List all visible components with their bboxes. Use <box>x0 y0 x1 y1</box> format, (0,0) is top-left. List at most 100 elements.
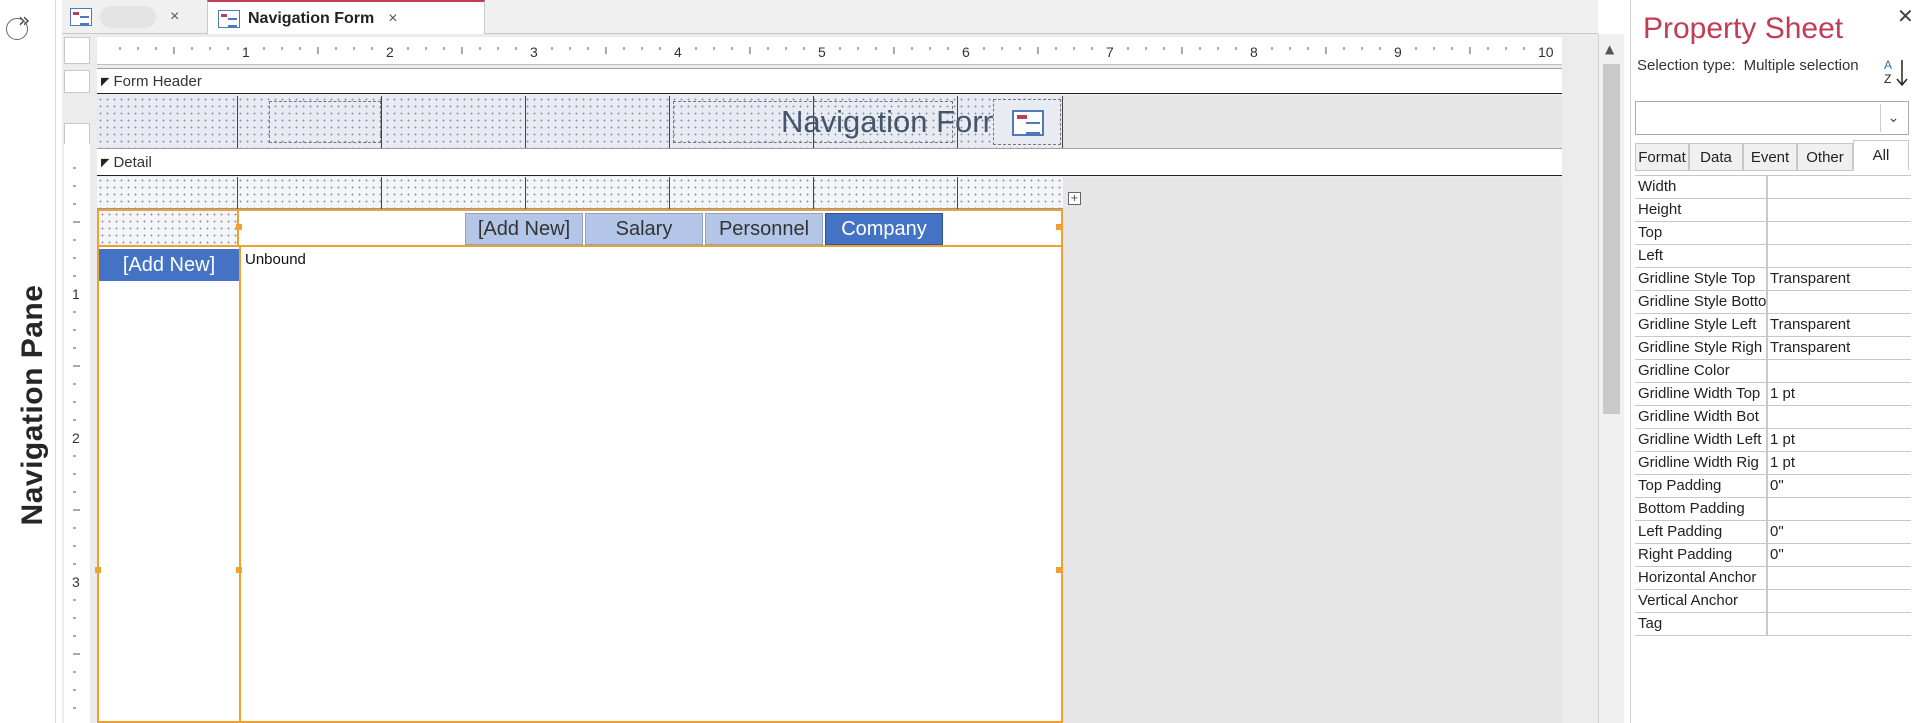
property-value[interactable]: 1 pt <box>1768 452 1911 474</box>
property-value[interactable] <box>1768 406 1911 428</box>
navigation-pane-label[interactable]: Navigation Pane <box>16 285 50 526</box>
property-value[interactable]: Transparent <box>1768 268 1911 290</box>
detail-empty-area <box>1063 177 1562 723</box>
tab-format[interactable]: Format <box>1635 143 1689 171</box>
property-row[interactable]: Horizontal Anchor <box>1635 567 1911 590</box>
selection-type-value: Multiple selection <box>1743 57 1859 74</box>
subform-unbound-label[interactable]: Unbound <box>245 251 306 268</box>
resize-handle[interactable] <box>236 567 242 573</box>
property-row[interactable]: Gridline Width Bot <box>1635 406 1911 429</box>
form-header-area[interactable]: Navigation Form <box>97 96 1063 148</box>
form-logo-box[interactable] <box>993 99 1061 145</box>
navigation-control[interactable]: [Add New] Salary Personnel Company [Add … <box>95 209 1063 723</box>
property-row[interactable]: Left Padding 0" <box>1635 521 1911 544</box>
nav-corner-cell[interactable] <box>99 211 239 245</box>
form-title-label[interactable]: Navigation Form <box>781 104 1008 140</box>
property-value[interactable]: 1 pt <box>1768 429 1911 451</box>
property-row[interactable]: Gridline Color <box>1635 360 1911 383</box>
tab-other[interactable]: Other <box>1797 143 1853 171</box>
property-value[interactable]: 0" <box>1768 544 1911 566</box>
close-icon[interactable]: ✕ <box>1897 4 1914 28</box>
navigation-pane[interactable]: » Navigation Pane <box>0 0 56 723</box>
property-value[interactable] <box>1768 498 1911 520</box>
tab-all[interactable]: All <box>1853 140 1909 171</box>
document-tab-1[interactable]: × <box>70 0 208 34</box>
property-value[interactable] <box>1768 613 1911 635</box>
svg-text:A: A <box>1884 58 1892 72</box>
form-design-surface[interactable]: 1 2 3 4 5 6 7 8 9 10 1 2 3 ◤ Form Header Navigation… <box>62 34 1598 723</box>
nav-tab-add-new[interactable]: [Add New] <box>465 213 583 245</box>
property-row[interactable]: Gridline Width Rig 1 pt <box>1635 452 1911 475</box>
property-value[interactable] <box>1768 590 1911 612</box>
property-name: Left <box>1635 245 1768 267</box>
resize-handle[interactable] <box>1056 224 1062 230</box>
property-row[interactable]: Tag <box>1635 613 1911 636</box>
vertical-scrollbar[interactable]: ▲ <box>1598 34 1624 723</box>
resize-handle[interactable] <box>1056 567 1062 573</box>
property-value[interactable]: 0" <box>1768 521 1911 543</box>
form-header-section-bar[interactable]: ◤ Form Header <box>97 68 1562 94</box>
selection-dropdown[interactable]: ⌄ <box>1635 101 1909 135</box>
scroll-thumb[interactable] <box>1603 64 1620 414</box>
property-value[interactable] <box>1768 222 1911 244</box>
property-row[interactable]: Gridline Style Top Transparent <box>1635 268 1911 291</box>
header-placeholder-box[interactable] <box>269 101 381 143</box>
nav-tab-personnel[interactable]: Personnel <box>705 213 823 245</box>
property-name: Top <box>1635 222 1768 244</box>
property-row[interactable]: Gridline Width Top 1 pt <box>1635 383 1911 406</box>
sort-az-icon[interactable]: A Z <box>1883 56 1911 88</box>
horizontal-ruler[interactable]: 1 2 3 4 5 6 7 8 9 10 <box>97 37 1562 65</box>
resize-handle[interactable] <box>236 224 242 230</box>
property-row[interactable]: Left <box>1635 245 1911 268</box>
header-section-selector[interactable] <box>64 70 90 93</box>
form-selector[interactable] <box>64 37 90 64</box>
nav-tab-company[interactable]: Company <box>825 213 943 245</box>
property-value[interactable] <box>1768 245 1911 267</box>
property-value[interactable] <box>1768 199 1911 221</box>
property-value[interactable] <box>1768 291 1911 313</box>
nav-side-add-new[interactable]: [Add New] <box>99 249 239 281</box>
grid-column-line <box>525 177 526 209</box>
property-sheet-pane: Property Sheet ✕ Selection type: Multipl… <box>1630 0 1920 723</box>
vertical-ruler[interactable]: 1 2 3 <box>64 144 90 723</box>
horizontal-ruler-ticks: 1 2 3 4 5 6 7 8 9 10 <box>119 44 1554 60</box>
property-value[interactable] <box>1768 360 1911 382</box>
property-row[interactable]: Gridline Style Righ Transparent <box>1635 337 1911 360</box>
property-value[interactable] <box>1768 567 1911 589</box>
property-row[interactable]: Top <box>1635 222 1911 245</box>
ruler-number: 9 <box>1394 44 1402 60</box>
tab-data[interactable]: Data <box>1689 143 1743 171</box>
grid-column-line <box>237 96 238 148</box>
navigation-tab-strip[interactable]: [Add New] Salary Personnel Company <box>99 211 1061 247</box>
property-row[interactable]: Width <box>1635 176 1911 199</box>
property-row[interactable]: Right Padding 0" <box>1635 544 1911 567</box>
property-name: Gridline Width Top <box>1635 383 1768 405</box>
property-row[interactable]: Gridline Style Botto <box>1635 291 1911 314</box>
detail-section-bar[interactable]: ◤ Detail <box>97 148 1562 176</box>
resize-handle[interactable] <box>95 567 101 573</box>
layout-anchor-icon[interactable]: + <box>1068 192 1081 205</box>
selection-type-label: Selection type: <box>1637 57 1736 74</box>
property-value[interactable]: Transparent <box>1768 314 1911 336</box>
property-value[interactable]: 0" <box>1768 475 1911 497</box>
property-value[interactable]: Transparent <box>1768 337 1911 359</box>
nav-tab-salary[interactable]: Salary <box>585 213 703 245</box>
close-tab-icon[interactable]: × <box>170 8 179 26</box>
property-value[interactable]: 1 pt <box>1768 383 1911 405</box>
detail-label: Detail <box>113 153 152 171</box>
chevron-down-icon[interactable]: ⌄ <box>1880 104 1906 132</box>
property-row[interactable]: Top Padding 0" <box>1635 475 1911 498</box>
property-row[interactable]: Height <box>1635 199 1911 222</box>
property-value[interactable] <box>1768 176 1911 198</box>
property-row[interactable]: Gridline Style Left Transparent <box>1635 314 1911 337</box>
section-arrow-icon: ◤ <box>101 75 110 88</box>
document-tab-navigation-form[interactable]: Navigation Form × <box>207 0 485 35</box>
tab-event[interactable]: Event <box>1743 143 1797 171</box>
scroll-up-icon[interactable]: ▲ <box>1605 42 1614 56</box>
property-row[interactable]: Vertical Anchor <box>1635 590 1911 613</box>
close-tab-icon[interactable]: × <box>388 10 397 28</box>
property-grid: Width Height Top Left Gridline Style Top Tran… <box>1635 175 1911 636</box>
property-row[interactable]: Bottom Padding <box>1635 498 1911 521</box>
property-row[interactable]: Gridline Width Left 1 pt <box>1635 429 1911 452</box>
loading-circle-icon <box>6 18 28 40</box>
